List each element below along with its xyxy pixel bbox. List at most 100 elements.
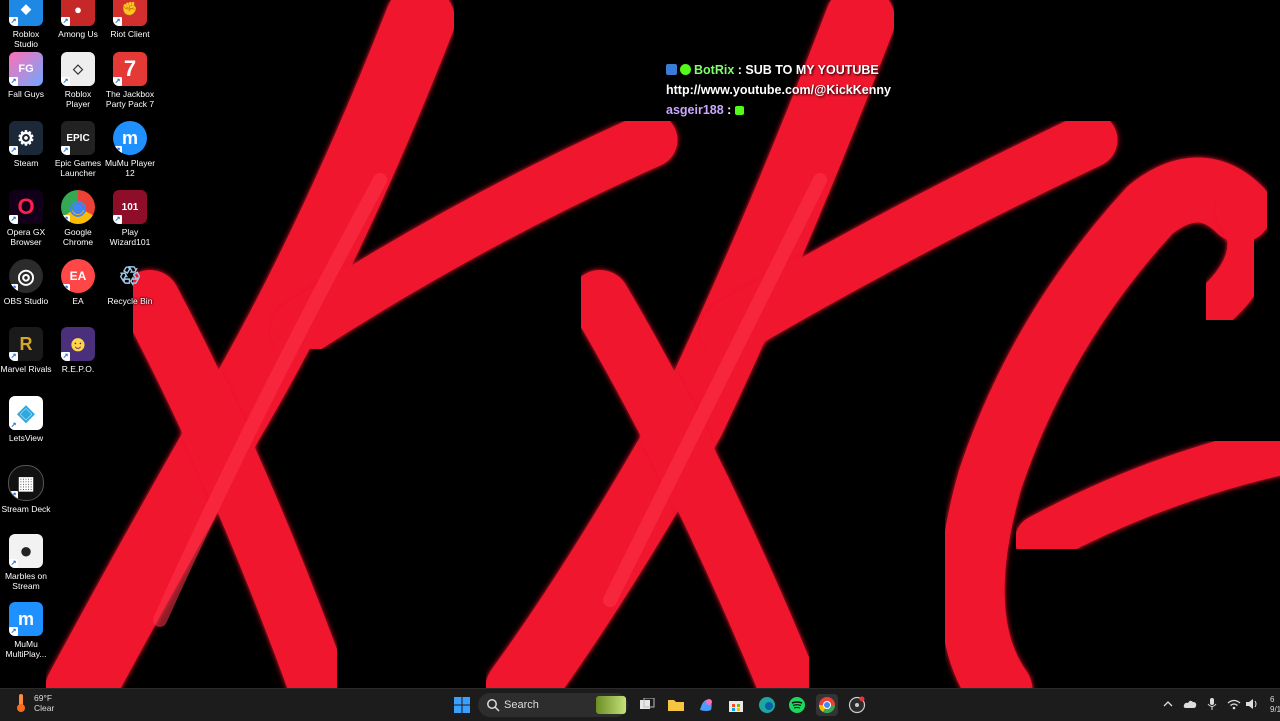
desktop-icon-label: EA [72, 296, 84, 306]
copilot-icon [700, 699, 712, 711]
desktop-icon-label: MuMu Player 12 [104, 158, 156, 178]
desktop-icon-mumu-multiplayer[interactable]: m ↗ MuMu MultiPlay... [0, 602, 52, 659]
obs-taskbar-button[interactable] [846, 694, 868, 716]
recycle-bin-icon: ♲ [118, 260, 142, 291]
desktop-icon-label: LetsView [8, 433, 44, 443]
desktop-icon-jackbox[interactable]: 7 ↗ The Jackbox Party Pack 7 [104, 52, 156, 109]
desktop-icon-wizard101[interactable]: 101 ↗ Play Wizard101 [104, 190, 156, 247]
wifi-tray-button[interactable] [1227, 697, 1241, 711]
desktop-icon-roblox-player[interactable]: ◇ ↗ Roblox Player [52, 52, 104, 109]
chat-username: asgeir188 [666, 103, 724, 117]
roblox-player-icon: ◇ ↗ [61, 52, 95, 86]
desktop-icon-label: Marvel Rivals [0, 364, 52, 374]
spotify-button[interactable] [786, 694, 808, 716]
desktop-icon-letsview[interactable]: ◈ ↗ LetsView [0, 396, 52, 443]
search-icon [487, 699, 500, 712]
task-view-icon [640, 698, 655, 709]
chat-separator: : [734, 63, 746, 77]
marbles-icon: ● ↗ [9, 534, 43, 568]
microphone-tray-button[interactable] [1205, 697, 1219, 711]
desktop-icon-fall-guys[interactable]: FG ↗ Fall Guys [0, 52, 52, 99]
edge-button[interactable] [756, 694, 778, 716]
desktop-icon-label: R.E.P.O. [61, 364, 95, 374]
desktop-icon-label: Among Us [58, 29, 98, 39]
desktop-icon-marvel-rivals[interactable]: R ↗ Marvel Rivals [0, 327, 52, 374]
store-button[interactable] [725, 694, 747, 716]
riot-client-icon: ✊ ↗ [113, 0, 147, 26]
desktop-icon-label: Opera GX Browser [6, 227, 46, 247]
desktop-icon-label: Google Chrome [62, 227, 94, 247]
among-us-icon: ● ↗ [61, 0, 95, 26]
opera-gx-icon: O ↗ [9, 190, 43, 224]
roblox-studio-icon: ◆ ↗ [9, 0, 43, 26]
letsview-icon: ◈ ↗ [9, 396, 43, 430]
desktop-icon-label: Fall Guys [8, 89, 44, 99]
ea-icon: EA ↗ [61, 259, 95, 293]
desktop-icon-among-us[interactable]: ● ↗ Among Us [52, 0, 104, 39]
start-button[interactable] [451, 694, 473, 716]
desktop-icon-label: Stream Deck [1, 504, 51, 514]
desktop-icon-opera-gx[interactable]: O ↗ Opera GX Browser [0, 190, 52, 247]
desktop-icon-roblox-studio[interactable]: ◆ ↗ Roblox Studio [0, 0, 52, 49]
edge-icon [759, 697, 775, 713]
desktop-icon-label: OBS Studio [3, 296, 49, 306]
desktop-icon-recycle-bin[interactable]: ♲ Recycle Bin [104, 259, 156, 307]
mumu-multi-icon: m ↗ [9, 602, 43, 636]
wizard101-icon: 101 ↗ [113, 190, 147, 224]
desktop-icon-obs[interactable]: ◎ ↗ OBS Studio [0, 259, 52, 306]
fall-guys-icon: FG ↗ [9, 52, 43, 86]
desktop-wallpaper [45, 0, 1280, 688]
desktop-icon-label: Epic Games Launcher [54, 158, 102, 178]
file-explorer-button[interactable] [665, 694, 687, 716]
task-view-button[interactable] [636, 694, 658, 716]
clock-date: 9/1 [1270, 705, 1280, 714]
desktop-icon-label: Roblox Studio [12, 29, 40, 49]
chat-message-continuation: http://www.youtube.com/@KickKenny [666, 80, 926, 100]
obs-icon: ◎ ↗ [9, 259, 43, 293]
clock-time: 6 [1270, 695, 1275, 704]
epic-games-icon: EPIC ↗ [61, 121, 95, 155]
chat-text: SUB TO MY YOUTUBE [745, 63, 879, 77]
store-icon [729, 701, 743, 712]
onedrive-tray-button[interactable] [1183, 697, 1197, 711]
desktop-icon-chrome[interactable]: ◉ ↗ Google Chrome [52, 190, 104, 247]
windows-icon [454, 697, 470, 713]
desktop-icon-marbles[interactable]: ● ↗ Marbles on Stream [0, 534, 52, 591]
thermometer-icon [17, 694, 25, 712]
desktop-icon-riot-client[interactable]: ✊ ↗ Riot Client [104, 0, 156, 39]
bot-badge-icon [666, 64, 677, 75]
chat-separator: : [723, 103, 735, 117]
volume-tray-button[interactable] [1245, 697, 1259, 711]
spotify-icon [789, 697, 805, 713]
weather-widget[interactable]: 69°F Clear [12, 693, 54, 713]
desktop-icon-mumu-player[interactable]: m ↗ MuMu Player 12 [104, 121, 156, 178]
steam-icon: ⚙ ↗ [9, 121, 43, 155]
taskbar-search[interactable]: Search [478, 693, 628, 717]
search-highlight-icon [596, 696, 626, 714]
marvel-rivals-icon: R ↗ [9, 327, 43, 361]
taskbar: 69°F Clear Search 6 9/1 [0, 688, 1280, 721]
weather-desc: Clear [34, 703, 55, 713]
microphone-icon [1207, 698, 1217, 710]
taskbar-clock[interactable]: 6 9/1 [1270, 695, 1280, 715]
desktop-icon-label: Play Wizard101 [109, 227, 151, 247]
desktop-icon-ea[interactable]: EA ↗ EA [52, 259, 104, 306]
desktop-icon-label: MuMu MultiPlay... [5, 639, 47, 659]
desktop-icon-repo[interactable]: ☻ ↗ R.E.P.O. [52, 327, 104, 374]
chrome-taskbar-icon [818, 697, 836, 714]
desktop-icon-steam[interactable]: ⚙ ↗ Steam [0, 121, 52, 168]
tray-overflow-button[interactable] [1161, 697, 1175, 711]
desktop-icon-stream-deck[interactable]: ▦ ↗ Stream Deck [0, 465, 52, 514]
chat-message-botrix: BotRix : SUB TO MY YOUTUBE [666, 60, 926, 80]
copilot-button[interactable] [695, 694, 717, 716]
chrome-taskbar-button[interactable] [816, 694, 838, 716]
desktop-icon-label: The Jackbox Party Pack 7 [105, 89, 155, 109]
speaker-icon [1246, 699, 1257, 709]
desktop-icon-label: Steam [13, 158, 39, 168]
desktop-icon-epic-games[interactable]: EPIC ↗ Epic Games Launcher [52, 121, 104, 178]
chrome-icon: ◉ ↗ [61, 190, 95, 224]
weather-temp: 69°F [34, 693, 53, 703]
chevron-up-icon [1163, 701, 1173, 707]
desktop-icon-label: Roblox Player [64, 89, 92, 109]
desktop-icon-label: Recycle Bin [107, 296, 153, 306]
